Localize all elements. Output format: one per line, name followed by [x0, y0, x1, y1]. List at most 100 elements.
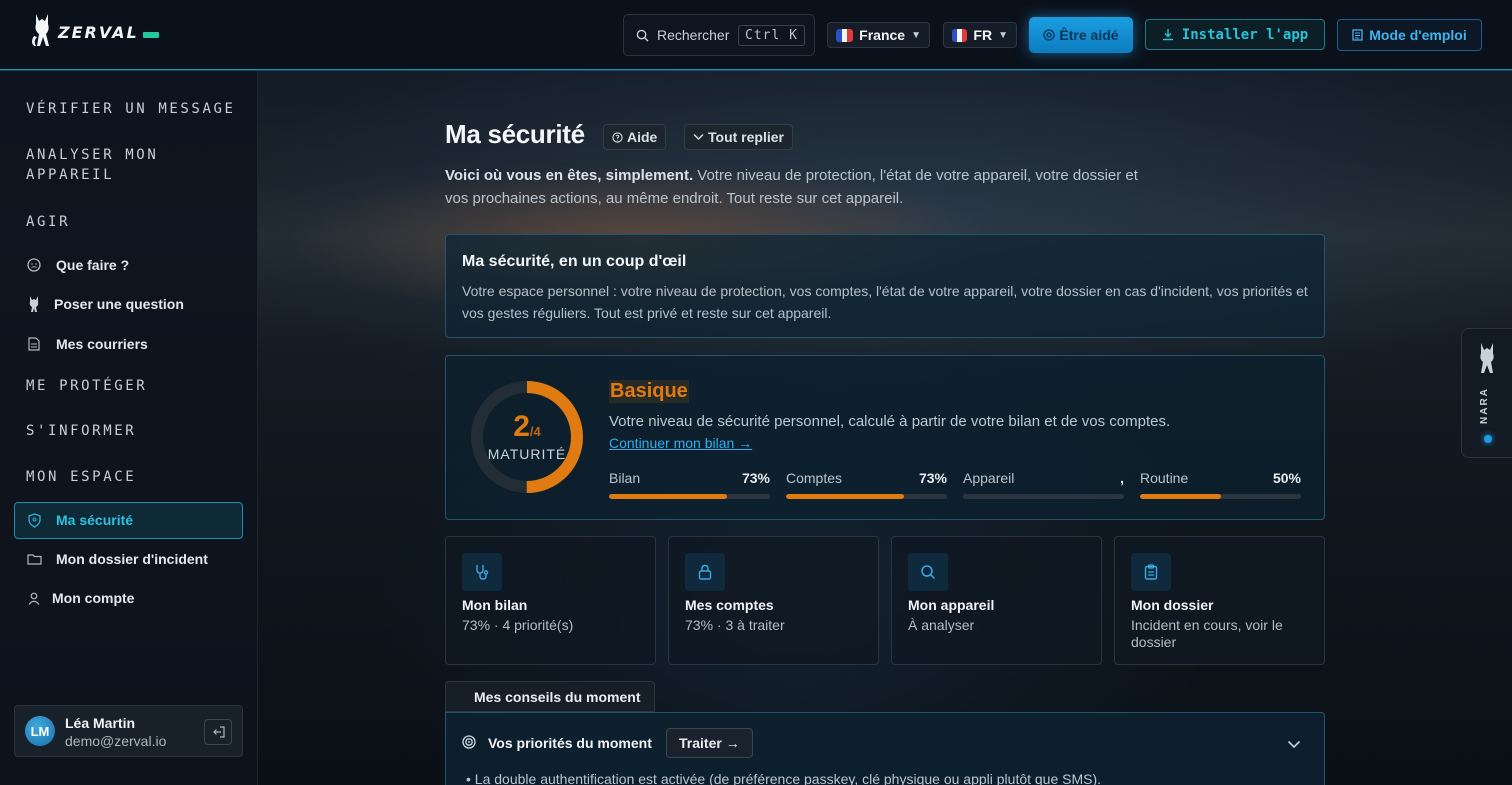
get-help-button[interactable]: Être aidé — [1029, 17, 1133, 53]
file-text-icon — [26, 336, 42, 352]
sidebar-item-label: Mon compte — [52, 590, 135, 606]
progress-appareil: Appareil , — [963, 470, 1124, 499]
maturity-score: 2/4 — [470, 410, 584, 444]
progress-fill — [786, 494, 904, 499]
priority-item: • La double authentification est activée… — [466, 771, 1102, 785]
sidebar-section-space[interactable]: MON ESPACE — [26, 469, 136, 485]
priority-item-text: La double authentification est activée (… — [474, 771, 1102, 785]
tile-accounts[interactable]: Mes comptes 73% · 3 à traiter — [668, 536, 879, 665]
search-icon — [908, 553, 948, 591]
tile-device[interactable]: Mon appareil À analyser — [891, 536, 1102, 665]
intro-bold: Voici où vous en êtes, simplement. — [445, 167, 694, 184]
tile-title: Mes comptes — [685, 597, 774, 613]
france-flag-icon — [836, 28, 854, 42]
country-label: France — [859, 27, 906, 43]
progress-value: 73% — [741, 470, 770, 486]
logout-button[interactable] — [204, 719, 232, 745]
help-circle-icon — [612, 131, 623, 143]
overview-text: Votre espace personnel : votre niveau de… — [462, 283, 1308, 321]
progress-fill — [609, 494, 727, 499]
progress-value: , — [1120, 470, 1124, 486]
help-chip-label: Aide — [627, 129, 658, 145]
maturity-description: Votre niveau de sécurité personnel, calc… — [609, 413, 1171, 430]
sidebar-item-my-security[interactable]: Ma sécurité — [26, 512, 133, 528]
search-label: Rechercher — [657, 27, 730, 43]
chevron-down-icon: ▼ — [998, 29, 1008, 41]
tile-title: Mon bilan — [462, 597, 528, 613]
progress-bilan: Bilan 73% — [609, 470, 770, 499]
sidebar-item-account[interactable]: Mon compte — [26, 590, 134, 606]
maturity-score-value: 2 — [513, 410, 530, 443]
install-app-button[interactable]: Installer l'app — [1145, 19, 1325, 50]
tile-title: Mon appareil — [908, 597, 995, 613]
tab-tips[interactable]: Mes conseils du moment — [445, 681, 655, 712]
status-dot — [1484, 435, 1492, 443]
language-select[interactable]: FR ▼ — [943, 22, 1017, 48]
tile-file[interactable]: Mon dossier Incident en cours, voir le d… — [1114, 536, 1325, 665]
progress-fill — [1140, 494, 1221, 499]
top-bar: ZERVAL Rechercher Ctrl K France ▼ FR ▼ Ê… — [0, 0, 1512, 70]
priorities-title: Vos priorités du moment — [488, 735, 652, 751]
help-chip[interactable]: Aide — [603, 124, 667, 150]
clipboard-icon — [1131, 553, 1171, 591]
maturity-score-max: /4 — [529, 424, 541, 439]
sidebar-section-inform[interactable]: S'INFORMER — [26, 423, 136, 439]
sidebar-section-act[interactable]: AGIR — [26, 214, 70, 230]
zerval-logo[interactable]: ZERVAL — [28, 12, 159, 48]
language-label: FR — [973, 27, 993, 43]
stethoscope-icon — [462, 553, 502, 591]
sidebar-section-protect[interactable]: ME PROTÉGER — [26, 378, 147, 394]
fox-icon — [32, 14, 49, 46]
search-button[interactable]: Rechercher Ctrl K — [623, 14, 815, 56]
search-icon — [636, 29, 649, 42]
page-title: Ma sécurité — [445, 119, 585, 149]
collapse-all-button[interactable]: Tout replier — [684, 124, 793, 150]
sidebar-item-label: Que faire ? — [56, 257, 130, 273]
assistant-label: NARA — [1479, 387, 1490, 424]
progress-track — [1140, 494, 1301, 499]
sidebar-section-verify[interactable]: VÉRIFIER UN MESSAGE — [26, 101, 236, 117]
country-select[interactable]: France ▼ — [827, 22, 930, 48]
sidebar-section-analyze[interactable]: ANALYSER MON APPAREIL — [26, 147, 158, 183]
sidebar-item-label: Mon dossier d'incident — [56, 551, 208, 567]
user-email: demo@zerval.io — [65, 733, 167, 749]
progress-value: 50% — [1272, 470, 1301, 486]
avatar[interactable]: LM — [25, 716, 55, 746]
sidebar-item-label: Mes courriers — [56, 336, 148, 352]
tile-assessment[interactable]: Mon bilan 73% · 4 priorité(s) — [445, 536, 656, 665]
assistant-tab[interactable]: NARA — [1461, 328, 1512, 458]
collapse-all-label: Tout replier — [708, 129, 784, 145]
lifebuoy-icon — [1043, 29, 1056, 41]
chevron-down-icon[interactable] — [1287, 736, 1301, 754]
sidebar-item-what-to-do[interactable]: Que faire ? — [26, 257, 129, 273]
sidebar-item-label: Poser une question — [54, 296, 184, 312]
user-icon — [26, 590, 42, 606]
maturity-level: Basique — [609, 380, 689, 403]
progress-value: 73% — [918, 470, 947, 486]
progress-label: Routine — [1140, 470, 1189, 486]
progress-routine: Routine 50% — [1140, 470, 1301, 499]
get-help-label: Être aidé — [1059, 27, 1119, 43]
logo-text: ZERVAL — [58, 23, 139, 42]
tile-subtitle: 73% · 4 priorité(s) — [462, 617, 574, 633]
progress-label: Bilan — [609, 470, 641, 486]
france-flag-icon — [952, 28, 968, 42]
user-guide-button[interactable]: Mode d'emploi — [1337, 19, 1482, 51]
sidebar-item-ask-question[interactable]: Poser une question — [26, 296, 184, 312]
continue-assessment-link[interactable]: Continuer mon bilan → — [609, 435, 752, 451]
sidebar-item-incident-file[interactable]: Mon dossier d'incident — [26, 551, 208, 567]
shield-icon — [26, 512, 42, 528]
chevron-down-icon: ▼ — [911, 29, 921, 41]
chevron-down-icon — [693, 134, 704, 140]
handle-priorities-button[interactable]: Traiter → — [666, 728, 753, 758]
tile-subtitle: À analyser — [908, 617, 975, 633]
priorities-panel: Vos priorités du moment Traiter → • La d… — [445, 712, 1325, 785]
tile-subtitle: Incident en cours, voir le dossier — [1131, 617, 1283, 650]
fox-icon — [26, 296, 42, 312]
target-icon — [462, 735, 476, 754]
progress-track — [786, 494, 947, 499]
sidebar-item-letters[interactable]: Mes courriers — [26, 336, 148, 352]
progress-track — [963, 494, 1124, 499]
progress-label: Comptes — [786, 470, 843, 486]
logo-badge — [142, 32, 159, 38]
